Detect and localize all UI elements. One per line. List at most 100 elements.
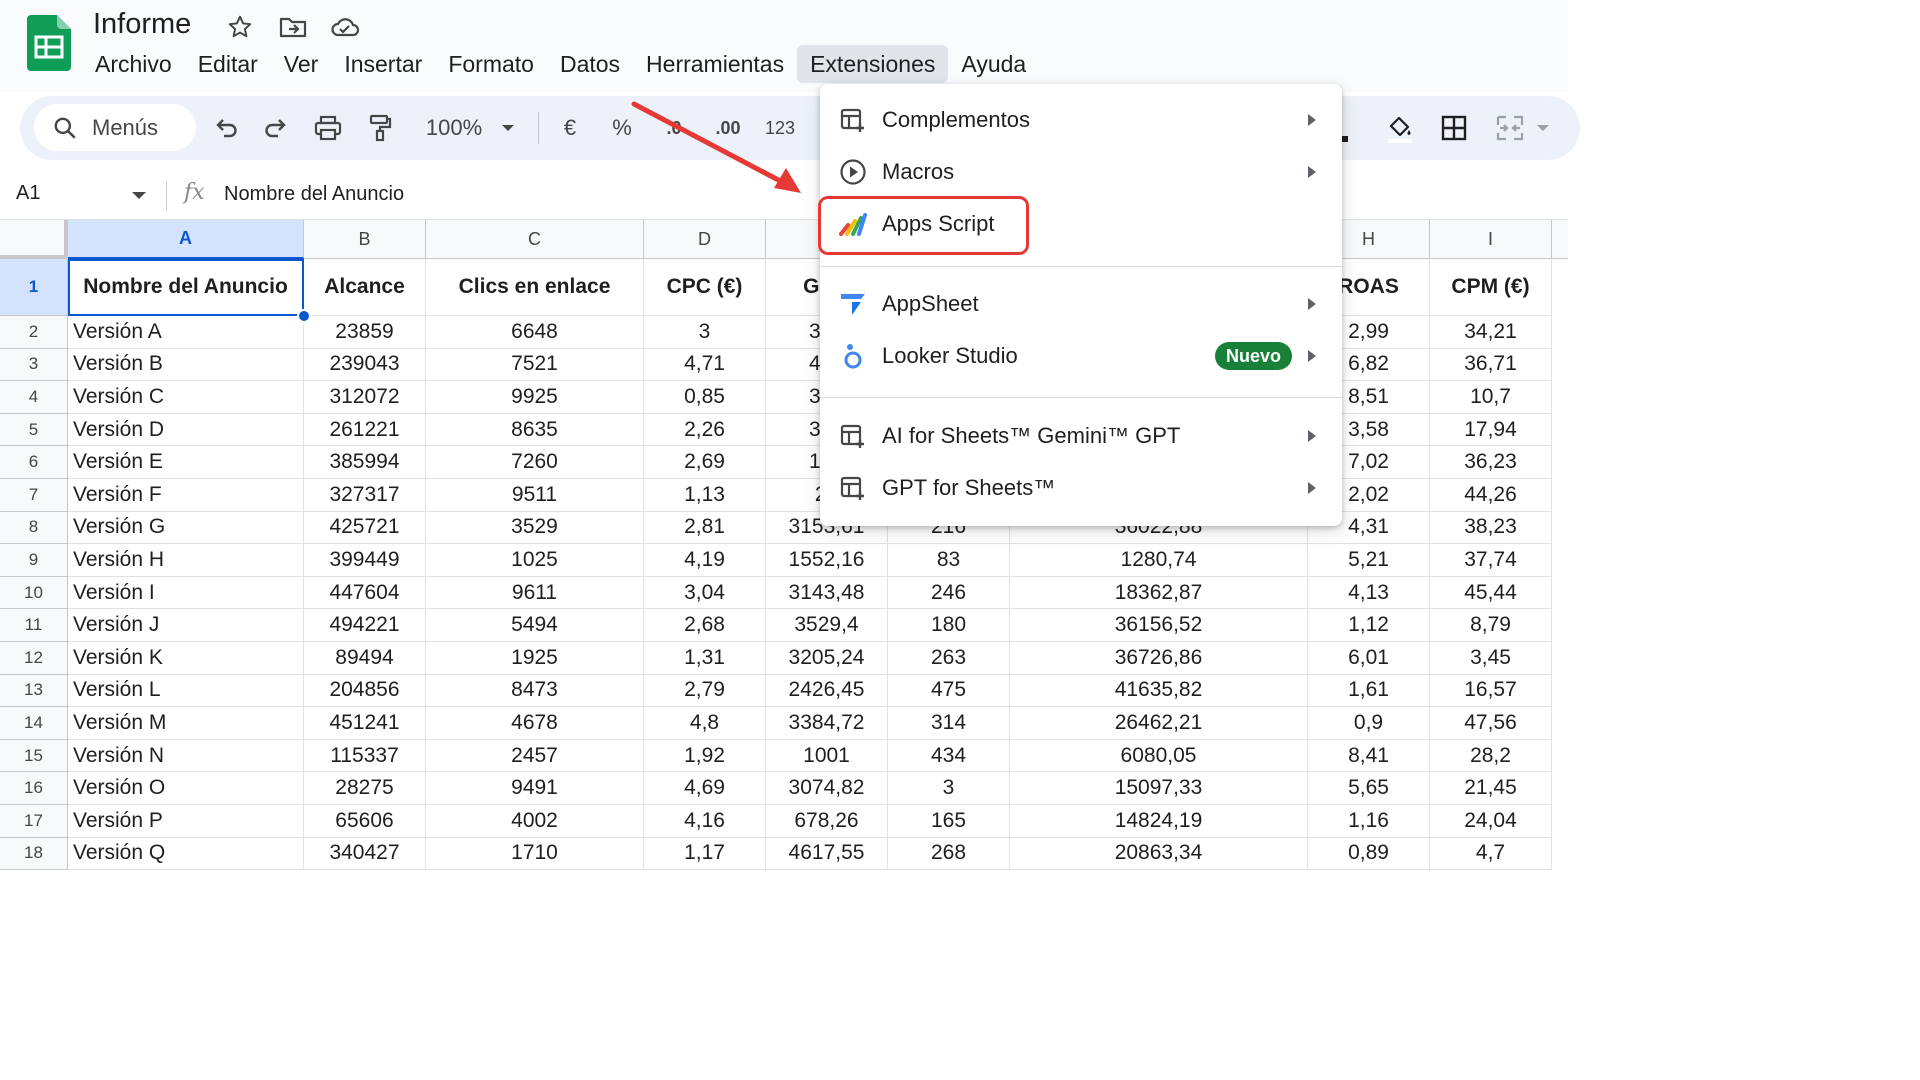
decrease-decimal-button[interactable]: .0 — [654, 108, 694, 148]
cell-d8[interactable]: 2,81 — [644, 511, 766, 545]
row-header-4[interactable]: 4 — [0, 381, 68, 414]
menu-item-macros[interactable]: Macros — [820, 147, 1342, 197]
row-header-15[interactable]: 15 — [0, 739, 68, 773]
cell-i10[interactable]: 45,44 — [1430, 576, 1552, 610]
header-cell-b[interactable]: Alcance — [304, 259, 426, 316]
cell-c6[interactable]: 7260 — [426, 446, 644, 479]
cell-c8[interactable]: 3529 — [426, 511, 644, 545]
cell-g14[interactable]: 26462,21 — [1010, 707, 1308, 740]
cell-a13[interactable]: Versión L — [68, 674, 304, 708]
cell-d6[interactable]: 2,69 — [644, 446, 766, 479]
cell-a10[interactable]: Versión I — [68, 576, 304, 610]
cell-b17[interactable]: 65606 — [304, 805, 426, 838]
cell-a3[interactable]: Versión B — [68, 348, 304, 382]
row-header-9[interactable]: 9 — [0, 544, 68, 577]
cell-g11[interactable]: 36156,52 — [1010, 609, 1308, 642]
cell-c4[interactable]: 9925 — [426, 381, 644, 414]
formula-input[interactable]: Nombre del Anuncio — [224, 183, 404, 206]
row-header-11[interactable]: 11 — [0, 609, 68, 642]
menu-item-looker-studio[interactable]: Looker Studio Nuevo — [820, 331, 1342, 381]
cell-b10[interactable]: 447604 — [304, 576, 426, 610]
header-cell-i[interactable]: CPM (€) — [1430, 259, 1552, 316]
menu-editar[interactable]: Editar — [185, 45, 271, 83]
row-header-13[interactable]: 13 — [0, 674, 68, 708]
row-header-17[interactable]: 17 — [0, 805, 68, 838]
cell-b8[interactable]: 425721 — [304, 511, 426, 545]
menu-item-gpt-for-sheets[interactable]: GPT for Sheets™ — [820, 463, 1342, 513]
cell-e13[interactable]: 2426,45 — [766, 674, 888, 708]
cell-e10[interactable]: 3143,48 — [766, 576, 888, 610]
row-header-6[interactable]: 6 — [0, 446, 68, 479]
header-cell-c[interactable]: Clics en enlace — [426, 259, 644, 316]
cell-c3[interactable]: 7521 — [426, 348, 644, 382]
cell-b7[interactable]: 327317 — [304, 479, 426, 512]
cell-b2[interactable]: 23859 — [304, 316, 426, 349]
cell-g9[interactable]: 1280,74 — [1010, 544, 1308, 577]
cell-i6[interactable]: 36,23 — [1430, 446, 1552, 479]
cell-d7[interactable]: 1,13 — [644, 479, 766, 512]
cell-f9[interactable]: 83 — [888, 544, 1010, 577]
cell-a18[interactable]: Versión Q — [68, 837, 304, 871]
move-to-folder-icon[interactable] — [278, 12, 308, 42]
row-header-2[interactable]: 2 — [0, 316, 68, 349]
cell-c16[interactable]: 9491 — [426, 772, 644, 805]
header-cell-a[interactable]: Nombre del Anuncio — [68, 259, 304, 316]
fill-color-icon[interactable] — [1380, 108, 1420, 148]
cell-h13[interactable]: 1,61 — [1308, 674, 1430, 708]
cell-b3[interactable]: 239043 — [304, 348, 426, 382]
menu-extensiones[interactable]: Extensiones — [797, 45, 949, 83]
cell-h9[interactable]: 5,21 — [1308, 544, 1430, 577]
percent-format-button[interactable]: % — [604, 108, 640, 148]
merge-cells-icon[interactable] — [1490, 108, 1530, 148]
cell-f12[interactable]: 263 — [888, 642, 1010, 675]
cell-a9[interactable]: Versión H — [68, 544, 304, 577]
cell-d17[interactable]: 4,16 — [644, 805, 766, 838]
cell-c2[interactable]: 6648 — [426, 316, 644, 349]
cell-i12[interactable]: 3,45 — [1430, 642, 1552, 675]
select-all-corner[interactable] — [0, 220, 68, 259]
cell-h17[interactable]: 1,16 — [1308, 805, 1430, 838]
row-header-5[interactable]: 5 — [0, 413, 68, 447]
cell-h15[interactable]: 8,41 — [1308, 739, 1430, 773]
cell-b12[interactable]: 89494 — [304, 642, 426, 675]
cloud-saved-icon[interactable] — [330, 12, 360, 42]
cell-c17[interactable]: 4002 — [426, 805, 644, 838]
cell-f14[interactable]: 314 — [888, 707, 1010, 740]
cell-d15[interactable]: 1,92 — [644, 739, 766, 773]
cell-i5[interactable]: 17,94 — [1430, 413, 1552, 447]
cell-b11[interactable]: 494221 — [304, 609, 426, 642]
cell-g16[interactable]: 15097,33 — [1010, 772, 1308, 805]
row-header-8[interactable]: 8 — [0, 511, 68, 545]
cell-g13[interactable]: 41635,82 — [1010, 674, 1308, 708]
cell-f17[interactable]: 165 — [888, 805, 1010, 838]
cell-i17[interactable]: 24,04 — [1430, 805, 1552, 838]
row-header-10[interactable]: 10 — [0, 576, 68, 610]
cell-d14[interactable]: 4,8 — [644, 707, 766, 740]
cell-d5[interactable]: 2,26 — [644, 413, 766, 447]
column-header-a[interactable]: A — [68, 220, 304, 259]
search-menus-input[interactable]: Menús — [34, 104, 196, 151]
cell-g17[interactable]: 14824,19 — [1010, 805, 1308, 838]
row-header-1[interactable]: 1 — [0, 259, 68, 316]
cell-i8[interactable]: 38,23 — [1430, 511, 1552, 545]
undo-icon[interactable] — [208, 108, 244, 148]
cell-e9[interactable]: 1552,16 — [766, 544, 888, 577]
cell-a4[interactable]: Versión C — [68, 381, 304, 414]
cell-i11[interactable]: 8,79 — [1430, 609, 1552, 642]
cell-e12[interactable]: 3205,24 — [766, 642, 888, 675]
merge-dropdown-icon[interactable] — [1534, 108, 1552, 148]
document-title[interactable]: Informe — [93, 8, 191, 41]
sheets-logo-icon[interactable] — [27, 15, 71, 71]
menu-insertar[interactable]: Insertar — [331, 45, 435, 83]
cell-a2[interactable]: Versión A — [68, 316, 304, 349]
cell-c7[interactable]: 9511 — [426, 479, 644, 512]
cell-g12[interactable]: 36726,86 — [1010, 642, 1308, 675]
cell-a7[interactable]: Versión F — [68, 479, 304, 512]
cell-g18[interactable]: 20863,34 — [1010, 837, 1308, 871]
cell-a5[interactable]: Versión D — [68, 413, 304, 447]
increase-decimal-button[interactable]: .00 — [706, 108, 750, 148]
cell-e14[interactable]: 3384,72 — [766, 707, 888, 740]
cell-c12[interactable]: 1925 — [426, 642, 644, 675]
cell-e18[interactable]: 4617,55 — [766, 837, 888, 871]
cell-i18[interactable]: 4,7 — [1430, 837, 1552, 871]
